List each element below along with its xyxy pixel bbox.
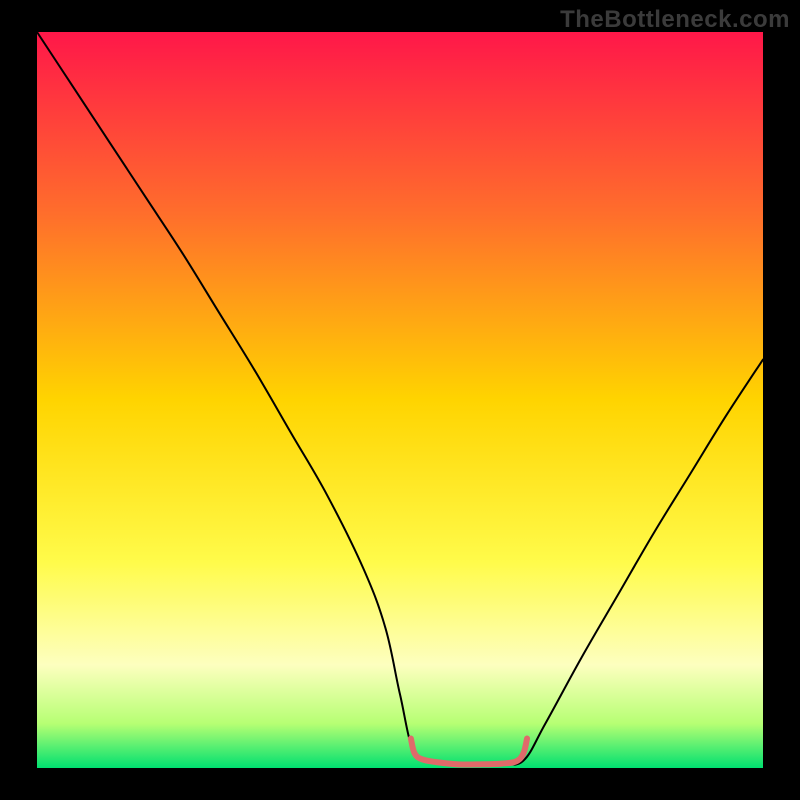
chart-frame: TheBottleneck.com [0,0,800,800]
bottleneck-chart [0,0,800,800]
chart-gradient-bg [37,32,763,768]
watermark-text: TheBottleneck.com [560,6,790,34]
